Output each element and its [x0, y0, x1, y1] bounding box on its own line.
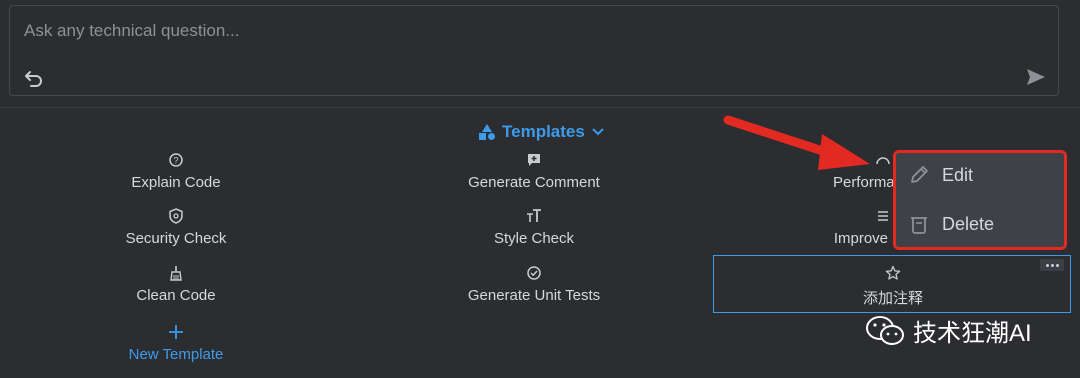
templates-icon	[479, 124, 495, 140]
template-label: 添加注释	[862, 290, 923, 307]
svg-text:?: ?	[173, 156, 178, 166]
text-size-icon	[527, 209, 541, 222]
star-icon	[885, 265, 901, 280]
template-label: Style Check	[493, 230, 575, 247]
template-label: Clean Code	[136, 287, 216, 304]
question-input[interactable]: Ask any technical question...	[24, 21, 239, 41]
question-circle-icon: ?	[169, 153, 183, 167]
chevron-down-icon	[592, 128, 604, 136]
template-add-comment-selected[interactable]: 添加注释	[713, 255, 1071, 313]
template-generate-comment[interactable]: Generate Comment	[434, 152, 634, 191]
trash-icon	[911, 217, 927, 234]
template-label: Generate Comment	[468, 174, 600, 191]
template-clean-code[interactable]: Clean Code	[76, 265, 276, 304]
delete-label: Delete	[942, 213, 995, 234]
template-security-check[interactable]: Security Check	[76, 208, 276, 247]
edit-label: Edit	[942, 164, 974, 185]
plus-icon	[169, 325, 183, 339]
watermark-text: 技术狂潮AI	[913, 320, 1032, 347]
divider	[0, 107, 1080, 108]
more-options-button[interactable]	[1040, 259, 1064, 271]
broom-icon	[170, 266, 182, 281]
template-style-check[interactable]: Style Check	[434, 208, 634, 247]
pencil-icon	[911, 166, 928, 183]
templates-toggle[interactable]: Templates	[478, 122, 605, 142]
check-circle-icon	[527, 266, 541, 280]
template-label: Generate Unit Tests	[467, 287, 601, 304]
delete-menu-item[interactable]: Delete	[908, 213, 994, 235]
wechat-icon	[866, 315, 904, 345]
template-label: Explain Code	[131, 174, 221, 191]
list-icon	[878, 211, 888, 221]
template-add-comment[interactable]: 添加注释	[793, 265, 993, 308]
template-label: Security Check	[125, 230, 227, 247]
edit-menu-item[interactable]: Edit	[908, 164, 973, 186]
template-improve[interactable]: Improve R	[783, 208, 903, 247]
send-icon[interactable]	[1026, 68, 1046, 86]
templates-label: Templates	[502, 122, 585, 141]
chat-composer[interactable]: Ask any technical question...	[9, 5, 1059, 96]
comment-plus-icon	[528, 154, 540, 166]
shield-icon	[169, 208, 183, 224]
new-template-button[interactable]: New Template	[76, 324, 276, 363]
template-generate-unit-tests[interactable]: Generate Unit Tests	[434, 265, 634, 304]
red-arrow-annotation	[723, 115, 870, 170]
undo-icon[interactable]	[24, 68, 44, 88]
template-explain-code[interactable]: ? Explain Code	[76, 152, 276, 191]
context-menu: Edit Delete	[893, 150, 1067, 250]
new-template-label: New Template	[128, 346, 224, 363]
watermark: 技术狂潮AI	[865, 313, 1032, 348]
